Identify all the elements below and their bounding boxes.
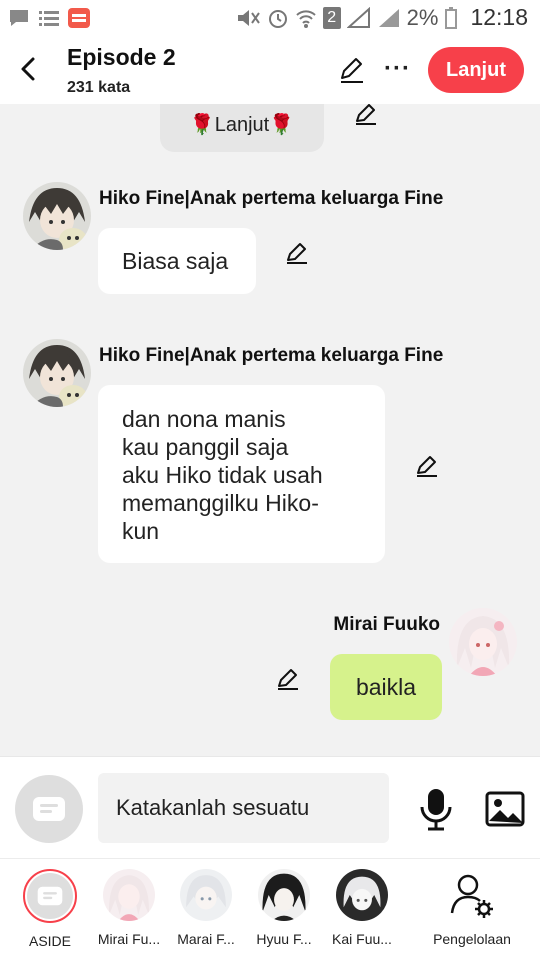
mangatoon-app-icon	[68, 8, 90, 28]
manage-characters[interactable]: Pengelolaan	[432, 869, 512, 947]
message-bubble[interactable]: Biasa saja	[98, 228, 256, 294]
my-message-bubble[interactable]: baikla	[330, 654, 442, 720]
message-bubble[interactable]: dan nona manis kau panggil saja aku Hiko…	[98, 385, 385, 563]
edit-pencil-icon[interactable]	[276, 667, 300, 691]
microphone-icon[interactable]	[416, 787, 456, 831]
chat-area[interactable]: 🌹Lanjut🌹 Hiko Fine|Anak pertema keluarga…	[0, 104, 540, 756]
more-options-icon[interactable]: ···	[384, 55, 411, 83]
chat-notification-icon	[10, 10, 28, 26]
avatar-hiko-image	[23, 339, 91, 407]
aside-avatar	[23, 869, 77, 923]
character-hyuu[interactable]: Hyuu F...	[244, 869, 324, 947]
avatar-mirai[interactable]	[449, 608, 517, 676]
mute-icon	[237, 9, 260, 26]
alarm-icon	[268, 9, 287, 28]
edit-pencil-icon[interactable]	[354, 104, 378, 126]
character-bar: ASIDE Mirai Fu... Marai F... Hyuu F... K…	[0, 858, 540, 960]
wifi-icon	[295, 9, 316, 28]
next-button[interactable]: Lanjut	[428, 47, 524, 93]
sim-badge: 2	[322, 6, 341, 29]
back-arrow-icon[interactable]	[14, 54, 42, 84]
user-settings-icon	[450, 874, 493, 918]
system-status: 2 2% 12:18	[235, 4, 528, 31]
episode-title: Episode 2	[67, 44, 176, 70]
edit-pencil-icon[interactable]	[415, 454, 439, 478]
avatar-hiko[interactable]	[23, 339, 91, 407]
clock: 12:18	[470, 4, 528, 30]
character-mirai[interactable]: Mirai Fu...	[89, 869, 169, 947]
word-count: 231 kata	[67, 79, 131, 96]
battery-icon	[445, 6, 458, 29]
avatar-mirai-image	[449, 608, 517, 676]
signal-icon-2	[378, 8, 399, 27]
signal-icon	[346, 6, 370, 28]
avatar	[103, 869, 155, 921]
aside-toggle-button[interactable]	[15, 775, 83, 843]
character-label: Pengelolaan	[433, 931, 511, 947]
continue-card[interactable]: 🌹Lanjut🌹	[160, 104, 324, 152]
sender-name: Hiko Fine|Anak pertema keluarga Fine	[99, 188, 444, 209]
edit-pencil-icon[interactable]	[338, 56, 366, 84]
avatar	[258, 869, 310, 921]
status-bar: 2 2% 12:18	[0, 0, 540, 38]
character-kai[interactable]: Kai Fuu...	[322, 869, 402, 947]
notification-icons	[8, 8, 90, 28]
character-label: Marai F...	[177, 931, 235, 947]
speech-bubble-icon	[37, 886, 63, 906]
character-label: Mirai Fu...	[97, 931, 161, 947]
list-notification-icon	[39, 11, 59, 26]
character-aside[interactable]: ASIDE	[10, 869, 90, 949]
composer-bar	[0, 756, 540, 858]
image-icon[interactable]	[485, 789, 525, 829]
message-input[interactable]	[98, 773, 389, 843]
character-label: Hyuu F...	[256, 931, 312, 947]
avatar-hiko-image	[23, 182, 91, 250]
sender-name: Mirai Fuuko	[333, 614, 440, 635]
battery-percent: 2%	[406, 4, 439, 30]
character-label: Kai Fuu...	[332, 931, 392, 947]
speech-bubble-icon	[33, 797, 65, 821]
character-label: ASIDE	[28, 933, 71, 949]
avatar-hiko[interactable]	[23, 182, 91, 250]
edit-pencil-icon[interactable]	[285, 241, 309, 265]
avatar	[336, 869, 388, 921]
character-marai[interactable]: Marai F...	[166, 869, 246, 947]
sender-name: Hiko Fine|Anak pertema keluarga Fine	[99, 345, 444, 366]
app-header: Episode 2 231 kata ··· Lanjut	[0, 38, 540, 104]
avatar	[180, 869, 232, 921]
